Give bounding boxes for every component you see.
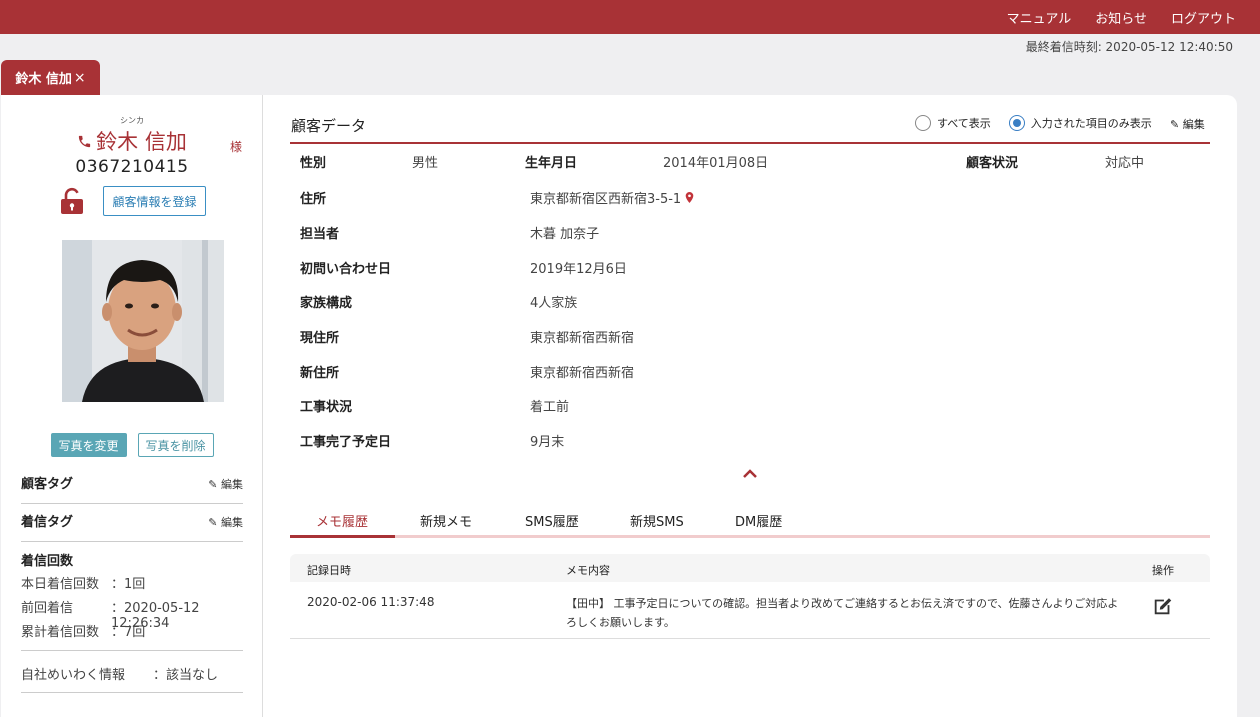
top-bar: マニュアル お知らせ ログアウト xyxy=(0,0,1260,34)
call-count-heading: 着信回数 xyxy=(21,554,74,569)
edit-icon: ✎ xyxy=(208,478,221,491)
call-tag-label: 着信タグ xyxy=(21,515,74,530)
new-address-value: 東京都新宿西新宿 xyxy=(530,366,635,381)
tabbar-line xyxy=(290,535,1210,538)
gender-value: 男性 xyxy=(412,156,439,171)
header-action: 操作 xyxy=(1152,564,1174,577)
today-call-value: ：1回 xyxy=(111,577,146,592)
nuisance-label: 自社めいわく情報 xyxy=(21,668,126,683)
close-icon[interactable]: × xyxy=(74,70,86,86)
logout-link[interactable]: ログアウト xyxy=(1171,8,1236,27)
customer-sidebar: シンカ 鈴木 信加 様 0367210415 顧客情報を登録 写真を変更 写真を… xyxy=(1,95,263,717)
customer-tab[interactable]: 鈴木 信加 × xyxy=(1,60,100,95)
main-panel: 顧客データ すべて表示 入力された項目のみ表示 ✎ 編集 性別 男性 生年月日 … xyxy=(263,95,1237,717)
tab-memo-history[interactable]: メモ履歴 xyxy=(316,511,368,530)
staff-value: 木暮 加奈子 xyxy=(530,227,600,242)
row-memo: 【田中】 工事予定日についての確認。担当者より改めてご連絡するとお伝え済ですので… xyxy=(566,597,1119,629)
call-count-section: 着信回数 本日着信回数 ：1回 前回着信 ：2020-05-12 12:26:3… xyxy=(21,542,243,651)
tab-dm-history[interactable]: DM履歴 xyxy=(735,511,782,530)
last-call-time: 最終着信時刻: 2020-05-12 12:40:50 xyxy=(1025,40,1233,54)
unlock-icon[interactable] xyxy=(58,187,86,215)
honorific: 様 xyxy=(230,140,243,154)
call-tag-edit-label: 編集 xyxy=(221,516,243,529)
show-all-label: すべて表示 xyxy=(937,117,991,130)
map-pin-icon[interactable] xyxy=(685,192,694,207)
customer-tag-edit-button[interactable]: ✎ 編集 xyxy=(208,476,243,492)
photo-buttons: 写真を変更 写真を削除 xyxy=(1,433,263,457)
section-title: 顧客データ xyxy=(291,117,367,135)
active-tab-indicator xyxy=(290,535,395,538)
total-call-label: 累計着信回数 xyxy=(21,625,100,640)
status-value: 対応中 xyxy=(1105,156,1145,171)
edit-icon: ✎ xyxy=(208,516,221,529)
table-row: 2020-02-06 11:37:48 【田中】 工事予定日についての確認。担当… xyxy=(290,582,1210,639)
current-address-value: 東京都新宿西新宿 xyxy=(530,331,635,346)
address-value: 東京都新宿区西新宿3-5-1 xyxy=(530,188,694,207)
prev-call-label: 前回着信 xyxy=(21,601,74,616)
edit-customer-button[interactable]: ✎ 編集 xyxy=(1170,116,1205,132)
address-label: 住所 xyxy=(300,192,327,207)
birth-label: 生年月日 xyxy=(525,156,578,171)
birth-value: 2014年01月08日 xyxy=(663,156,769,171)
show-all-radio[interactable]: すべて表示 xyxy=(915,115,991,131)
call-tag-edit-button[interactable]: ✎ 編集 xyxy=(208,514,243,530)
completion-date-value: 9月末 xyxy=(530,435,565,450)
change-photo-button[interactable]: 写真を変更 xyxy=(50,433,127,457)
family-label: 家族構成 xyxy=(300,296,353,311)
header-memo: メモ内容 xyxy=(566,564,610,577)
show-filled-radio[interactable]: 入力された項目のみ表示 xyxy=(1008,115,1152,131)
notice-link[interactable]: お知らせ xyxy=(1095,8,1147,27)
gender-label: 性別 xyxy=(300,156,327,171)
work-status-value: 着工前 xyxy=(530,400,570,415)
row-date: 2020-02-06 11:37:48 xyxy=(307,595,435,609)
first-inquiry-label: 初問い合わせ日 xyxy=(300,262,392,277)
memo-table-header: 記録日時 メモ内容 操作 xyxy=(290,554,1210,582)
display-filter: すべて表示 入力された項目のみ表示 xyxy=(915,115,1170,131)
completion-date-label: 工事完了予定日 xyxy=(300,435,392,450)
edit-icon: ✎ xyxy=(1170,118,1183,131)
customer-photo xyxy=(62,240,224,402)
phone-icon xyxy=(77,134,92,154)
chevron-up-icon[interactable] xyxy=(741,468,759,480)
history-tabs: メモ履歴 新規メモ SMS履歴 新規SMS DM履歴 xyxy=(290,505,1210,538)
delete-photo-button[interactable]: 写真を削除 xyxy=(137,433,214,457)
current-address-label: 現住所 xyxy=(300,331,340,346)
customer-tag-label: 顧客タグ xyxy=(21,477,74,492)
tab-new-sms[interactable]: 新規SMS xyxy=(630,511,684,530)
phone-number: 0367210415 xyxy=(75,157,189,177)
title-divider xyxy=(290,142,1210,144)
edit-customer-label: 編集 xyxy=(1182,118,1205,131)
register-customer-button[interactable]: 顧客情報を登録 xyxy=(103,186,206,216)
nuisance-info-row: 自社めいわく情報 ：該当なし xyxy=(21,651,243,693)
customer-tag-row: 顧客タグ ✎ 編集 xyxy=(21,466,243,504)
staff-label: 担当者 xyxy=(300,227,340,242)
customer-tab-label: 鈴木 信加 xyxy=(15,72,72,87)
total-call-value: ：7回 xyxy=(111,625,146,640)
radio-on-icon xyxy=(1008,115,1025,131)
radio-off-icon xyxy=(915,115,931,131)
edit-memo-icon[interactable] xyxy=(1152,595,1174,617)
first-inquiry-value: 2019年12月6日 xyxy=(530,262,627,277)
work-status-label: 工事状況 xyxy=(300,400,353,415)
nuisance-value: ：該当なし xyxy=(153,668,219,683)
tab-new-memo[interactable]: 新規メモ xyxy=(420,511,472,530)
call-tag-row: 着信タグ ✎ 編集 xyxy=(21,504,243,542)
customer-name: 鈴木 信加 xyxy=(96,130,187,154)
name-kana: シンカ xyxy=(120,116,144,125)
manual-link[interactable]: マニュアル xyxy=(1007,8,1072,27)
tab-sms-history[interactable]: SMS履歴 xyxy=(525,511,579,530)
customer-tag-edit-label: 編集 xyxy=(221,478,243,491)
new-address-label: 新住所 xyxy=(300,366,340,381)
customer-name-row: 鈴木 信加 xyxy=(1,126,263,156)
show-filled-label: 入力された項目のみ表示 xyxy=(1030,117,1152,130)
family-value: 4人家族 xyxy=(530,296,578,311)
address-text: 東京都新宿区西新宿3-5-1 xyxy=(530,192,682,207)
today-call-label: 本日着信回数 xyxy=(21,577,100,592)
header-date: 記録日時 xyxy=(307,564,351,577)
status-label: 顧客状況 xyxy=(966,156,1019,171)
